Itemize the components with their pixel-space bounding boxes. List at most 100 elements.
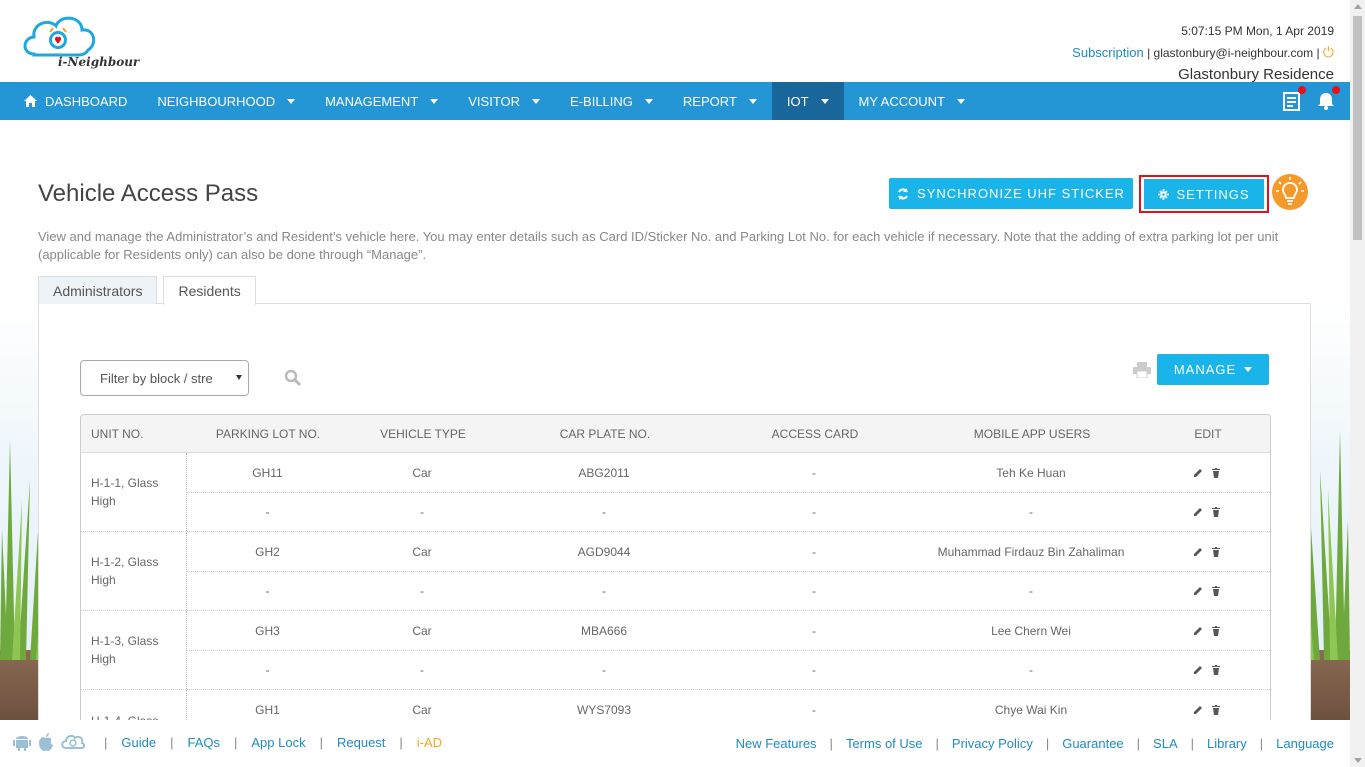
access-card-cell: - bbox=[812, 584, 816, 598]
notification-dot bbox=[1332, 86, 1340, 94]
parking-lot-cell: GH11 bbox=[252, 465, 283, 480]
print-icon[interactable] bbox=[1133, 362, 1151, 378]
edit-cell bbox=[1146, 586, 1268, 596]
scrollbar-thumb[interactable] bbox=[1353, 16, 1362, 240]
trash-icon[interactable] bbox=[1211, 625, 1221, 636]
pencil-icon[interactable] bbox=[1193, 586, 1203, 596]
header-info: 5:07:15 PM Mon, 1 Apr 2019 Subscription … bbox=[1072, 24, 1334, 83]
pencil-icon[interactable] bbox=[1193, 705, 1203, 715]
main-navigation: DASHBOARD NEIGHBOURHOOD MANAGEMENT VISIT… bbox=[0, 82, 1350, 120]
unit-cell: H-1-3, Glass High bbox=[81, 611, 187, 689]
nav-management[interactable]: MANAGEMENT bbox=[310, 82, 453, 120]
residence-name: Glastonbury Residence bbox=[1178, 66, 1334, 83]
button-label: SYNCHRONIZE UHF STICKER bbox=[917, 186, 1125, 201]
footer-link-guide[interactable]: Guide bbox=[121, 735, 156, 750]
caret-down-icon bbox=[1244, 367, 1253, 372]
bell-icon[interactable] bbox=[1316, 86, 1340, 111]
footer-link-library[interactable]: Library bbox=[1207, 736, 1247, 751]
notes-icon[interactable] bbox=[1282, 86, 1306, 111]
tab-residents[interactable]: Residents bbox=[163, 276, 256, 305]
pencil-icon[interactable] bbox=[1193, 547, 1203, 557]
pencil-icon[interactable] bbox=[1193, 468, 1203, 478]
page-footer: | Guide | FAQs | App Lock | Request | i-… bbox=[0, 720, 1350, 767]
synchronize-uhf-sticker-button[interactable]: SYNCHRONIZE UHF STICKER bbox=[889, 178, 1133, 209]
unit-cell: H-1-1, Glass High bbox=[81, 453, 187, 531]
scroll-down-arrow-icon[interactable] bbox=[1354, 758, 1362, 763]
column-header: PARKING LOT NO. bbox=[215, 426, 321, 441]
trash-icon[interactable] bbox=[1211, 467, 1221, 478]
trash-icon[interactable] bbox=[1211, 665, 1221, 675]
access-card-cell: - bbox=[812, 505, 816, 519]
nav-report[interactable]: REPORT bbox=[668, 82, 772, 120]
subscription-link[interactable]: Subscription bbox=[1072, 45, 1144, 60]
footer-link-guarantee[interactable]: Guarantee bbox=[1062, 736, 1123, 751]
footer-link-app-lock[interactable]: App Lock bbox=[251, 735, 305, 750]
caret-down-icon bbox=[532, 98, 541, 104]
refresh-icon bbox=[898, 187, 908, 200]
edit-cell bbox=[1146, 625, 1268, 636]
power-icon[interactable]: ⏻ bbox=[1323, 44, 1334, 60]
footer-link-sla[interactable]: SLA bbox=[1153, 736, 1178, 751]
settings-button[interactable]: SETTINGS bbox=[1144, 179, 1264, 209]
nav-neighbourhood[interactable]: NEIGHBOURHOOD bbox=[142, 82, 310, 120]
tab-administrators[interactable]: Administrators bbox=[38, 276, 158, 304]
notification-dot bbox=[1298, 86, 1306, 94]
lightbulb-tips-icon[interactable] bbox=[1272, 174, 1308, 210]
column-header: CAR PLATE NO. bbox=[559, 426, 651, 441]
android-icon[interactable] bbox=[12, 732, 32, 752]
unit-group: H-1-1, Glass High GH11 Car ABG2011 - Teh… bbox=[81, 453, 1270, 532]
tab-bar: Administrators Residents bbox=[38, 276, 262, 305]
trash-icon[interactable] bbox=[1211, 507, 1221, 517]
access-card-cell: - bbox=[812, 544, 816, 559]
pencil-icon[interactable] bbox=[1193, 665, 1203, 675]
nav-dashboard[interactable]: DASHBOARD bbox=[0, 82, 142, 120]
footer-link-i-ad[interactable]: i-AD bbox=[417, 735, 442, 750]
select-value: Filter by block / stre bbox=[100, 370, 213, 386]
page-scrollbar[interactable] bbox=[1350, 0, 1365, 767]
car-plate-cell: MBA666 bbox=[580, 623, 628, 638]
caret-down-icon bbox=[644, 98, 653, 104]
pencil-icon[interactable] bbox=[1193, 507, 1203, 517]
vehicle-table: UNIT NO. PARKING LOT NO. VEHICLE TYPE CA… bbox=[80, 414, 1271, 750]
separator: | bbox=[1190, 736, 1195, 751]
car-plate-cell: - bbox=[602, 663, 606, 677]
caret-down-icon bbox=[820, 98, 829, 104]
unit-group: H-1-3, Glass High GH3 Car MBA666 - Lee C… bbox=[81, 611, 1270, 690]
edit-cell bbox=[1146, 704, 1268, 715]
trash-icon[interactable] bbox=[1211, 586, 1221, 596]
unit-group: H-1-2, Glass High GH2 Car AGD9044 - Muha… bbox=[81, 532, 1270, 611]
footer-link-faqs[interactable]: FAQs bbox=[187, 735, 220, 750]
parking-lot-cell: GH3 bbox=[255, 623, 280, 638]
page-description: View and manage the Administrator’s and … bbox=[38, 229, 1279, 262]
scroll-up-arrow-icon[interactable] bbox=[1354, 4, 1362, 9]
nav-visitor[interactable]: VISITOR bbox=[453, 82, 555, 120]
trash-icon[interactable] bbox=[1211, 704, 1221, 715]
nav-label: MY ACCOUNT bbox=[858, 93, 945, 109]
filter-block-select[interactable]: Filter by block / stre bbox=[80, 360, 249, 396]
footer-link-new-features[interactable]: New Features bbox=[736, 736, 817, 751]
mobile-app-users-cell: - bbox=[1029, 663, 1033, 677]
search-icon[interactable] bbox=[284, 369, 302, 387]
table-row: - - - - - bbox=[187, 650, 1270, 689]
apple-icon[interactable] bbox=[36, 732, 56, 752]
nav-my-account[interactable]: MY ACCOUNT bbox=[844, 82, 980, 120]
column-header: EDIT bbox=[1194, 426, 1222, 441]
separator: | bbox=[319, 734, 323, 750]
footer-link-request[interactable]: Request bbox=[337, 735, 385, 750]
manage-button[interactable]: MANAGE bbox=[1157, 354, 1269, 385]
nav-label: REPORT bbox=[682, 93, 737, 109]
page-title: Vehicle Access Pass bbox=[38, 180, 259, 207]
nav-e-billing[interactable]: E-BILLING bbox=[555, 82, 668, 120]
i-neighbour-cloud-icon[interactable] bbox=[60, 732, 86, 752]
footer-link-terms-of-use[interactable]: Terms of Use bbox=[846, 736, 923, 751]
trash-icon[interactable] bbox=[1211, 546, 1221, 557]
footer-link-privacy-policy[interactable]: Privacy Policy bbox=[952, 736, 1033, 751]
edit-cell bbox=[1146, 467, 1268, 478]
access-card-cell: - bbox=[812, 465, 816, 480]
car-plate-cell: WYS7093 bbox=[576, 702, 632, 717]
footer-link-language[interactable]: Language bbox=[1276, 736, 1334, 751]
mobile-app-users-cell: - bbox=[1029, 584, 1033, 598]
pencil-icon[interactable] bbox=[1193, 626, 1203, 636]
logo-text: i-Neighbour bbox=[58, 55, 140, 69]
nav-iot[interactable]: IOT bbox=[771, 82, 844, 120]
